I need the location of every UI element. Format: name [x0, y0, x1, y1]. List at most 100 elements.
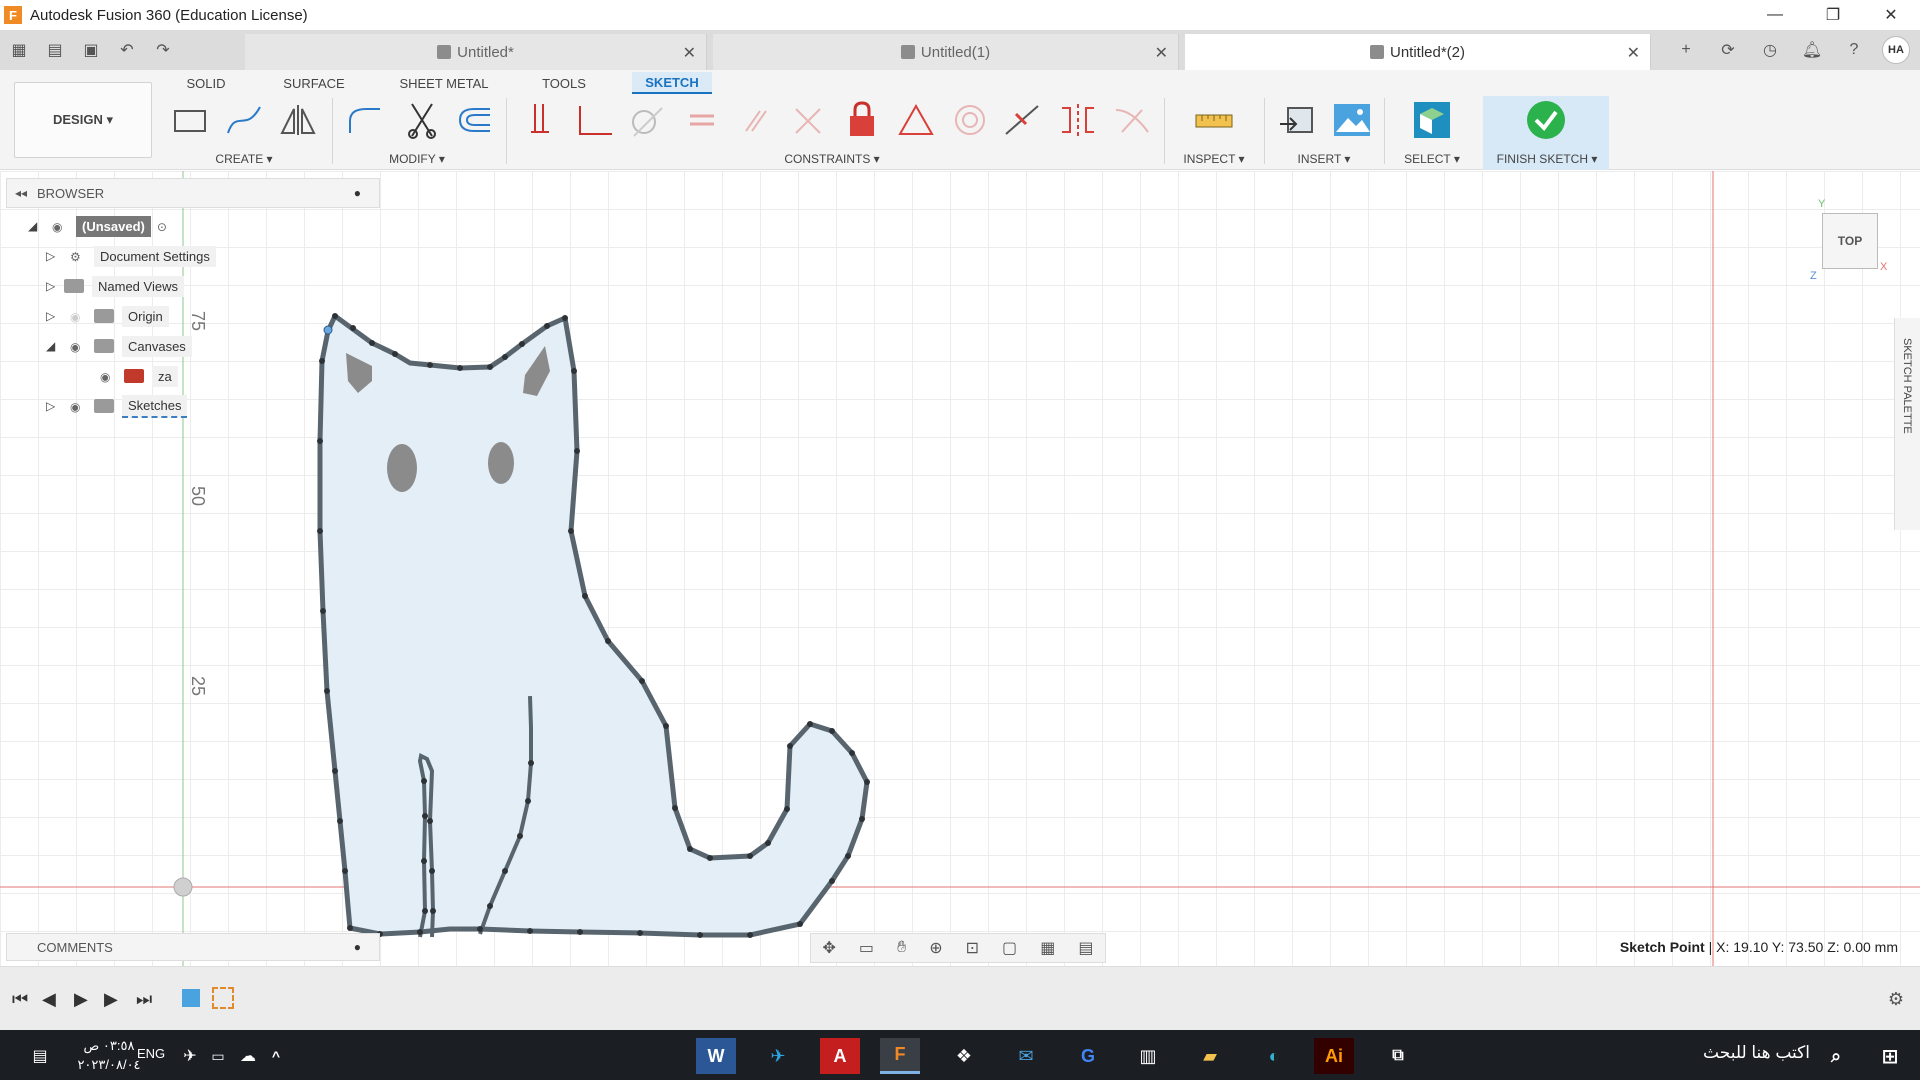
close-tab-icon[interactable]: ✕	[1155, 43, 1168, 63]
activate-radio-icon[interactable]: ⊙	[157, 220, 175, 234]
create-group-label[interactable]: CREATE ▾	[194, 152, 294, 166]
show-hidden-icons-chevron-icon[interactable]: ^	[256, 1038, 296, 1074]
equal-constraint-icon[interactable]	[680, 100, 724, 140]
file-menu-icon[interactable]: ▤	[44, 39, 66, 61]
timeline-sketch-feature-icon[interactable]	[212, 987, 234, 1009]
visibility-eye-icon[interactable]: ◉	[70, 340, 88, 354]
tab-sheet-metal[interactable]: SHEET METAL	[396, 72, 492, 94]
collapse-arrow-icon[interactable]: ◢	[28, 219, 46, 233]
selected-sketch-point[interactable]	[323, 325, 333, 335]
grid-snaps-icon[interactable]: ▦	[1040, 938, 1055, 958]
help-icon[interactable]: ?	[1840, 36, 1868, 64]
horizontal-vertical-constraint-icon[interactable]	[518, 100, 562, 140]
hidden-eye-icon[interactable]: ◉	[70, 310, 88, 324]
measure-ruler-icon[interactable]	[1192, 100, 1236, 140]
word-app-icon[interactable]: W	[696, 1038, 736, 1074]
redo-icon[interactable]: ↷	[152, 39, 174, 61]
cat-sketch-profile[interactable]	[317, 313, 870, 938]
offset-tool-icon[interactable]	[452, 100, 496, 140]
collinear-constraint-icon[interactable]	[786, 100, 830, 140]
browser-root[interactable]: ◢ ◉ (Unsaved) ⊙	[28, 213, 181, 239]
collapse-browser-icon[interactable]: ◂◂	[15, 186, 27, 200]
finish-sketch-check-icon[interactable]	[1524, 100, 1568, 140]
data-panel-grid-icon[interactable]: ▦	[8, 39, 30, 61]
search-icon[interactable]: ⌕	[1816, 1038, 1856, 1074]
tree-item-named-views[interactable]: ▷ Named Views	[46, 273, 184, 299]
language-indicator[interactable]: ENG	[137, 1046, 165, 1061]
save-icon[interactable]: ▣	[80, 39, 102, 61]
tab-tools[interactable]: TOOLS	[536, 72, 592, 94]
close-tab-icon[interactable]: ✕	[683, 43, 696, 63]
select-cube-icon[interactable]	[1410, 100, 1454, 140]
taskbar-search-box[interactable]: اكتب هنا للبحث	[1530, 1043, 1810, 1063]
tab-surface[interactable]: SURFACE	[278, 72, 350, 94]
workspace-design-button[interactable]: DESIGN ▾	[14, 82, 152, 158]
orbit-icon[interactable]: ✥	[823, 938, 836, 958]
collapse-arrow-icon[interactable]: ◢	[46, 339, 64, 353]
go-to-start-icon[interactable]: ⏮	[12, 989, 28, 1010]
telegram-app-icon[interactable]: ✈	[758, 1038, 798, 1074]
visibility-eye-icon[interactable]: ◉	[70, 400, 88, 414]
google-chrome-app-icon[interactable]: G	[1068, 1038, 1108, 1074]
viewports-icon[interactable]: ▤	[1078, 938, 1093, 958]
origin-point[interactable]	[173, 877, 193, 897]
expand-arrow-icon[interactable]: ▷	[46, 249, 64, 263]
tab-solid[interactable]: SOLID	[182, 72, 230, 94]
parallel-constraint-icon[interactable]	[734, 100, 778, 140]
timeline-settings-gear-icon[interactable]: ⚙	[1888, 989, 1904, 1010]
notifications-icon[interactable]: 🔔︎	[1798, 36, 1826, 64]
edge-browser-icon[interactable]: ◐	[1254, 1038, 1294, 1074]
extensions-icon[interactable]: ⟳	[1714, 36, 1742, 64]
viewcube[interactable]: TOP	[1822, 213, 1878, 269]
concentric-constraint-icon[interactable]	[948, 100, 992, 140]
step-back-icon[interactable]: ◀	[42, 989, 56, 1010]
restore-button[interactable]: ❐	[1804, 0, 1862, 30]
fillet-tool-icon[interactable]	[342, 100, 386, 140]
display-settings-icon[interactable]: ▢	[1002, 938, 1017, 958]
sketch-canvas[interactable]: 75 50 25	[0, 171, 1920, 966]
insert-group-label[interactable]: INSERT ▾	[1282, 152, 1366, 166]
illustrator-app-icon[interactable]: Ai	[1314, 1038, 1354, 1074]
insert-derive-icon[interactable]	[1276, 100, 1320, 140]
modify-group-label[interactable]: MODIFY ▾	[367, 152, 467, 166]
expand-arrow-icon[interactable]: ▷	[46, 309, 64, 323]
document-tab[interactable]: Untitled* ✕	[245, 34, 707, 70]
minimize-button[interactable]: —	[1746, 0, 1804, 30]
browser-panel-header[interactable]: ◂◂ BROWSER ●	[6, 178, 380, 208]
insert-canvas-image-icon[interactable]	[1330, 100, 1374, 140]
file-explorer-icon[interactable]: ▰	[1190, 1038, 1230, 1074]
expand-arrow-icon[interactable]: ▷	[46, 399, 64, 413]
browser-pin-icon[interactable]: ●	[354, 186, 361, 200]
dropbox-app-icon[interactable]: ❖	[944, 1038, 984, 1074]
close-button[interactable]: ✕	[1862, 0, 1920, 30]
undo-icon[interactable]: ↶	[116, 39, 138, 61]
expand-arrow-icon[interactable]: ▷	[46, 279, 64, 293]
fix-lock-icon[interactable]	[840, 100, 884, 140]
task-view-icon[interactable]: ⧉	[1378, 1038, 1418, 1074]
action-center-icon[interactable]: ▤	[20, 1038, 60, 1074]
comments-panel[interactable]: COMMENTS ●	[6, 933, 380, 961]
inspect-group-label[interactable]: INSPECT ▾	[1172, 152, 1256, 166]
symmetry-constraint-icon[interactable]	[1056, 100, 1100, 140]
microsoft-store-icon[interactable]: ▥	[1128, 1038, 1168, 1074]
go-to-end-icon[interactable]: ⏭	[136, 989, 152, 1010]
document-tab-active[interactable]: Untitled*(2) ✕	[1185, 34, 1651, 70]
user-avatar[interactable]: HA	[1882, 36, 1910, 64]
windows-start-icon[interactable]: ⊞	[1870, 1038, 1910, 1074]
document-tab[interactable]: Untitled(1) ✕	[713, 34, 1179, 70]
perpendicular-constraint-icon[interactable]	[572, 100, 616, 140]
look-at-icon[interactable]: ▭	[859, 938, 874, 958]
tangent-constraint-icon[interactable]	[624, 100, 668, 140]
trim-tool-icon[interactable]	[400, 100, 444, 140]
symmetry-triangle-icon[interactable]	[894, 100, 938, 140]
sketch-palette-tab[interactable]: SKETCH PALETTE	[1894, 318, 1920, 530]
spline-tool-icon[interactable]	[222, 100, 266, 140]
job-status-icon[interactable]: ◷	[1756, 36, 1784, 64]
tree-item-sketches[interactable]: ▷ ◉ Sketches	[46, 393, 188, 419]
mirror-tool-icon[interactable]	[276, 100, 320, 140]
tree-item-origin[interactable]: ▷ ◉ Origin	[46, 303, 169, 329]
play-icon[interactable]: ▶	[74, 989, 88, 1010]
add-comment-icon[interactable]: ●	[354, 940, 361, 954]
pan-hand-icon[interactable]: ✋︎	[897, 939, 906, 957]
finish-sketch-label[interactable]: FINISH SKETCH ▾	[1488, 152, 1606, 166]
